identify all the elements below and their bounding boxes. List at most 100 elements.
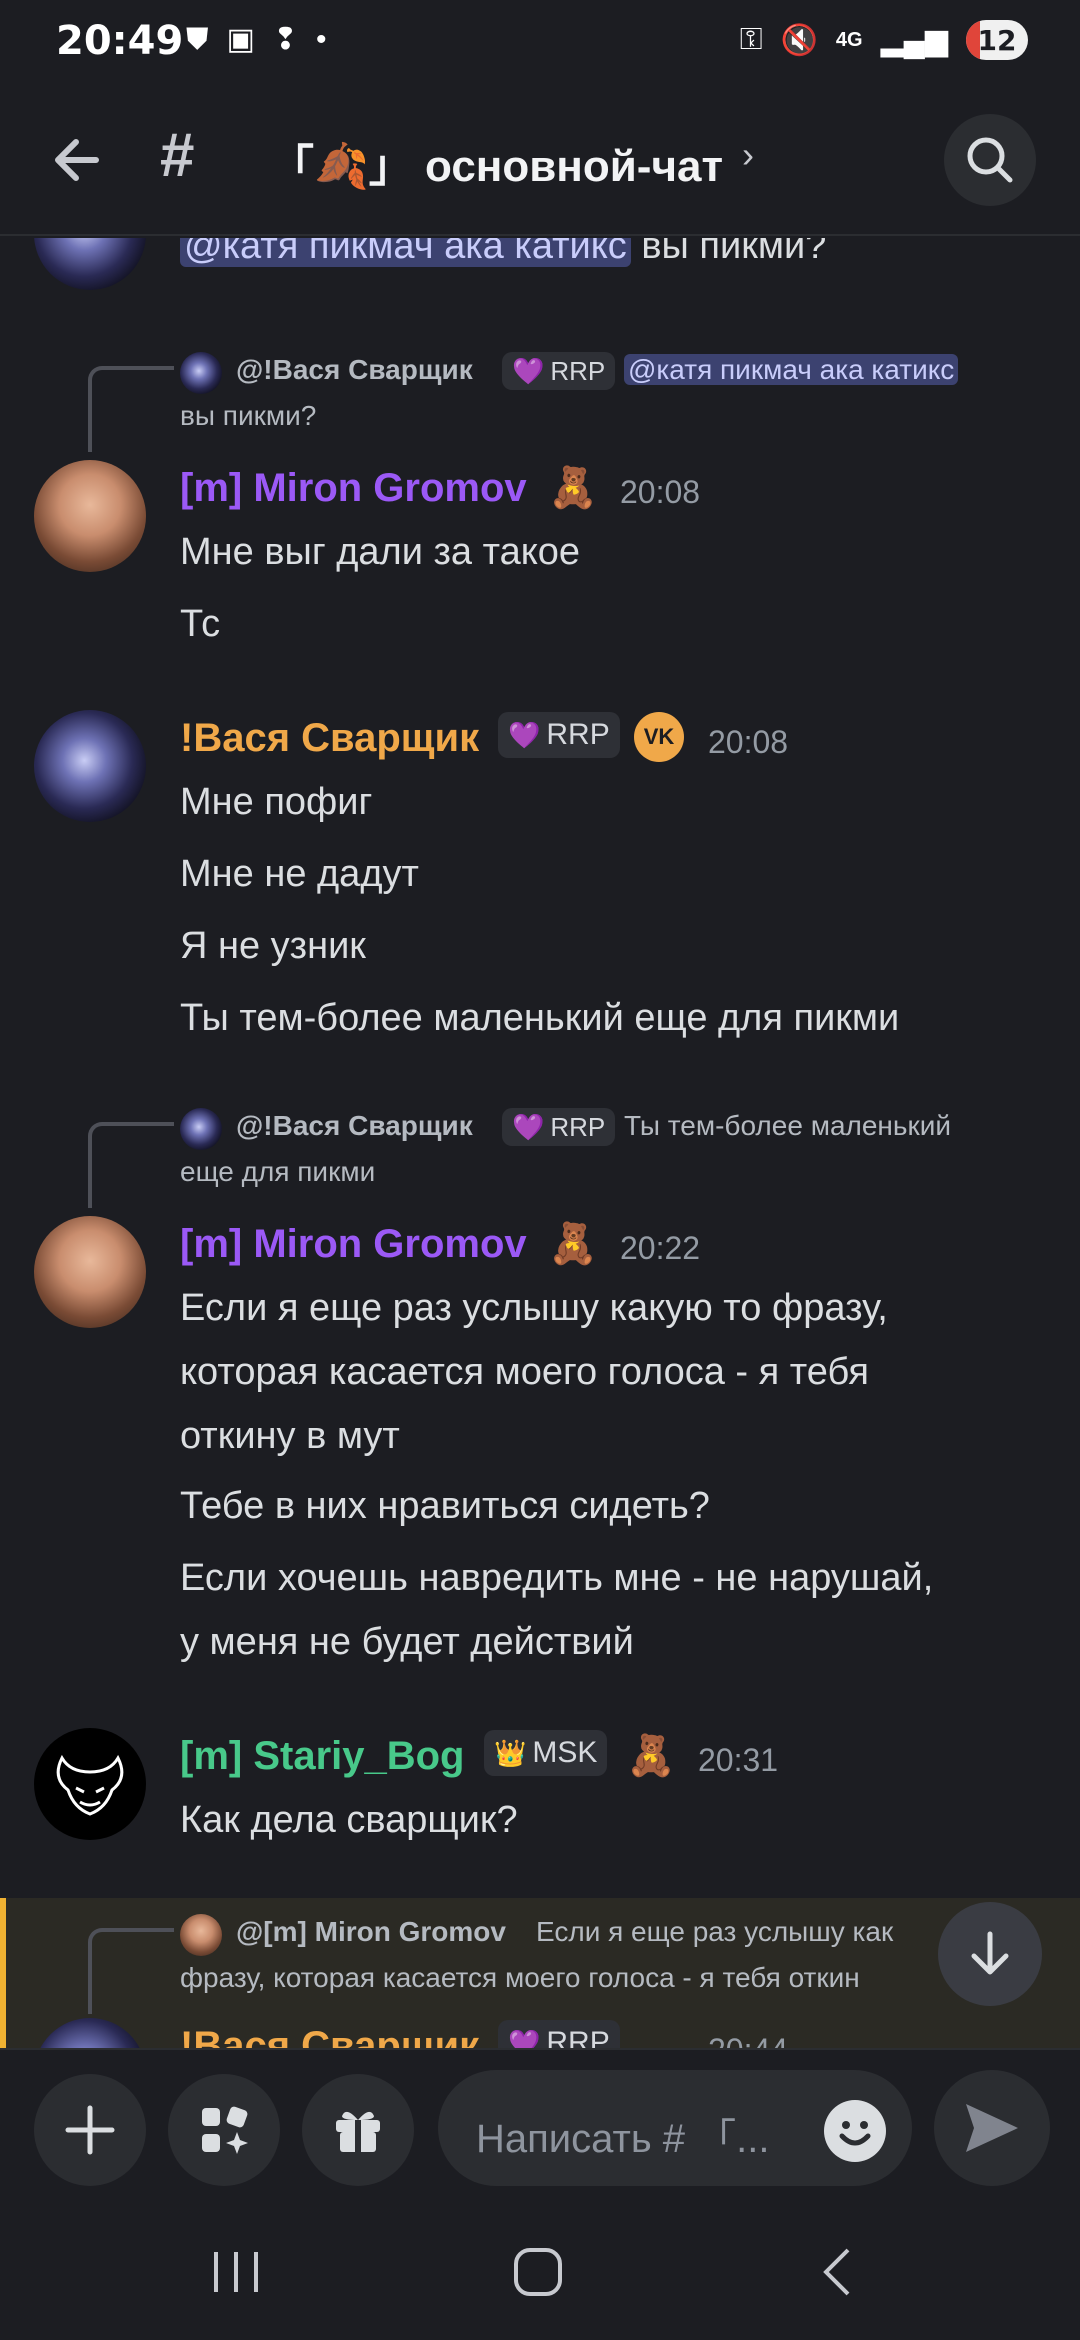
- reply-snippet[interactable]: Если я еще раз услышу как: [536, 1916, 893, 1948]
- role-teddy-icon: 🧸: [548, 466, 598, 510]
- system-nav-bar: [0, 2204, 1080, 2340]
- status-bar: 20:49 ⛊ ▣ ❢ • ⚿ 🔇 4G ▂▄▆ 12: [0, 0, 1080, 90]
- status-time: 20:49: [56, 18, 184, 64]
- notification-icon: ❢: [272, 23, 298, 56]
- home-icon[interactable]: [508, 2242, 568, 2302]
- recent-apps-icon[interactable]: [206, 2242, 266, 2302]
- reply-connector: [88, 366, 174, 452]
- message-time: 20:44: [708, 2032, 788, 2048]
- arrow-down-icon: [971, 1931, 1009, 1975]
- avatar[interactable]: [34, 1728, 146, 1840]
- reply-avatar: [180, 1914, 222, 1956]
- message-line[interactable]: Ты тем-более маленький еще для пикми: [180, 986, 899, 1050]
- apps-sparkle-icon: [202, 2106, 248, 2154]
- channel-title[interactable]: 「🍂」 основной-чат: [270, 130, 723, 194]
- message-input-placeholder: Написать # 「...: [476, 2117, 770, 2161]
- search-icon: [967, 137, 1013, 183]
- mention[interactable]: @катя пикмач ака катикс: [180, 238, 631, 267]
- reply-snippet-cont[interactable]: еще для пикми: [180, 1156, 375, 1188]
- message-line[interactable]: откину в мут: [180, 1404, 400, 1468]
- reply-author[interactable]: @!Вася Сварщик: [236, 1110, 473, 1142]
- gift-button[interactable]: [302, 2074, 414, 2186]
- author-name[interactable]: [m] Miron Gromov: [180, 1222, 527, 1267]
- network-type-icon: 4G: [835, 28, 863, 51]
- channel-name-text: основной-чат: [425, 142, 724, 191]
- message-line[interactable]: Если я еще раз услышу какую то фразу,: [180, 1276, 888, 1340]
- plus-icon: [65, 2105, 115, 2155]
- avatar[interactable]: [34, 710, 146, 822]
- send-icon: [966, 2104, 1018, 2152]
- role-tag: 💜 RRP: [498, 2020, 620, 2048]
- reply-avatar: [180, 1108, 222, 1150]
- vk-icon: VK: [634, 712, 684, 762]
- gift-icon: [336, 2111, 380, 2152]
- reply-snippet[interactable]: Ты тем-более маленький: [624, 1110, 951, 1142]
- role-teddy-icon: 🧸: [626, 1734, 676, 1778]
- status-right-icons: ⚿ 🔇 4G ▂▄▆ 12: [740, 20, 1028, 60]
- avatar[interactable]: [34, 238, 146, 290]
- hash-icon: #: [160, 121, 195, 190]
- message-time: 20:08: [708, 724, 789, 760]
- arrow-left-icon: [55, 139, 99, 181]
- reply-author[interactable]: @[m] Miron Gromov: [236, 1916, 506, 1948]
- reply-connector: [88, 1122, 174, 1208]
- message-line[interactable]: Мне пофиг: [180, 770, 372, 834]
- role-tag: 💜 RRP: [502, 352, 616, 390]
- message-line[interactable]: Я не узник: [180, 914, 366, 978]
- avatar[interactable]: [34, 460, 146, 572]
- send-button[interactable]: [934, 2070, 1050, 2186]
- message-time: 20:31: [698, 1742, 779, 1778]
- search-button[interactable]: [944, 114, 1036, 206]
- reply-author[interactable]: @!Вася Сварщик: [236, 354, 473, 386]
- reply-connector: [88, 1928, 174, 2014]
- channel-prefix: 「🍂」: [270, 142, 413, 191]
- add-attachment-button[interactable]: [34, 2074, 146, 2186]
- message-list[interactable]: @катя пикмач ака катикс вы пикми? @!Вася…: [0, 238, 1080, 2048]
- back-nav-icon[interactable]: [808, 2242, 868, 2302]
- back-button[interactable]: [44, 124, 116, 196]
- author-name[interactable]: !Вася Сварщик: [180, 2024, 479, 2048]
- avatar[interactable]: [34, 1216, 146, 1328]
- heart-icon: 💜: [508, 2027, 541, 2049]
- reply-snippet[interactable]: @катя пикмач ака катикс: [624, 354, 959, 386]
- demon-logo-icon: [56, 1754, 124, 1816]
- message-line[interactable]: Тебе в них нравиться сидеть?: [180, 1474, 710, 1538]
- message-input[interactable]: Написать # 「...: [438, 2070, 912, 2186]
- role-tag: 💜 RRP: [498, 712, 620, 758]
- dot-icon: •: [316, 22, 327, 56]
- message-line[interactable]: Тс: [180, 592, 220, 656]
- message-time: 20:08: [620, 474, 701, 510]
- reply-snippet-cont[interactable]: вы пикми?: [180, 400, 316, 432]
- author-name[interactable]: [m] Miron Gromov: [180, 466, 527, 511]
- message-composer: Написать # 「...: [0, 2048, 1080, 2204]
- key-icon: ⚿: [739, 23, 763, 56]
- heart-icon: 💜: [512, 1111, 545, 1142]
- jump-to-bottom-button[interactable]: [938, 1902, 1042, 2006]
- signal-icon: ▂▄▆: [880, 23, 948, 57]
- message-line[interactable]: Если хочешь навредить мне - не нарушай,: [180, 1546, 933, 1610]
- message-line[interactable]: которая касается моего голоса - я тебя: [180, 1340, 869, 1404]
- emoji-button[interactable]: [824, 2100, 886, 2162]
- message-line[interactable]: Мне выг дали за такое: [180, 520, 580, 584]
- role-tag: 💜 RRP: [502, 1108, 616, 1146]
- mute-icon: 🔇: [780, 23, 818, 57]
- status-left-icons: ⛊ ▣ ❢ •: [186, 22, 327, 57]
- author-name[interactable]: !Вася Сварщик: [180, 716, 479, 761]
- shield-icon: ⛊: [186, 22, 209, 56]
- heart-icon: 💜: [512, 355, 545, 386]
- message-line[interactable]: Как дела сварщик?: [180, 1788, 518, 1852]
- author-name[interactable]: [m] Stariy_Bog: [180, 1734, 465, 1779]
- heart-icon: 💜: [508, 719, 541, 750]
- role-tag: 👑 MSK: [484, 1730, 608, 1776]
- message-line: @катя пикмач ака катикс вы пикми?: [180, 238, 826, 278]
- smiley-icon: [839, 2121, 871, 2146]
- battery-icon: 12: [966, 20, 1028, 60]
- reply-snippet-cont[interactable]: фразу, которая касается моего голоса - я…: [180, 1962, 860, 1994]
- screenshot-icon: ▣: [226, 23, 255, 56]
- reply-avatar: [180, 352, 222, 394]
- message-line[interactable]: Мне не дадут: [180, 842, 419, 906]
- channel-header: # 「🍂」 основной-чат ›: [0, 90, 1080, 236]
- message-time: 20:22: [620, 1230, 701, 1266]
- apps-button[interactable]: [168, 2074, 280, 2186]
- message-line[interactable]: у меня не будет действий: [180, 1610, 634, 1674]
